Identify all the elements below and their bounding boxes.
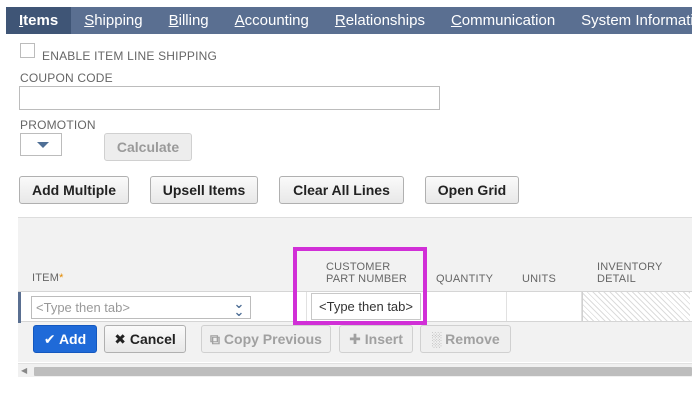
check-icon: ✔ — [43, 331, 56, 347]
tab-relationships-accesskey: R — [334, 12, 346, 29]
add-line-button[interactable]: ✔ Add — [33, 325, 97, 353]
tab-accounting-accesskey: A — [234, 12, 245, 29]
column-header-quantity[interactable]: QUANTITY — [436, 273, 493, 285]
copy-previous-button[interactable]: ⧉ Copy Previous — [201, 325, 331, 353]
quantity-cell[interactable] — [422, 292, 507, 321]
column-header-customer-part-number-line1: CUSTOMER — [326, 261, 391, 273]
open-grid-button[interactable]: Open Grid — [425, 176, 519, 204]
column-header-customer-part-number[interactable]: CUSTOMER PART NUMBER — [326, 261, 407, 285]
cancel-line-button[interactable]: ✖ Cancel — [104, 325, 186, 353]
inventory-detail-cell — [582, 292, 690, 321]
horizontal-scrollbar[interactable]: ◀ — [18, 363, 692, 377]
tab-system-information-label: System Information — [581, 12, 692, 29]
table-row: <Type then tab> ⌄ ⌄ <Type then tab> — [18, 291, 692, 323]
tab-shipping-label: hipping — [94, 12, 143, 29]
add-line-label: Add — [58, 331, 87, 347]
trash-icon: ░ — [431, 331, 442, 347]
promotion-select[interactable] — [20, 133, 62, 156]
scroll-left-arrow-icon[interactable]: ◀ — [21, 366, 27, 375]
cancel-line-label: Cancel — [129, 331, 176, 347]
tab-communication-accesskey: C — [450, 12, 462, 29]
tab-relationships[interactable]: Relationships — [322, 7, 438, 34]
units-cell[interactable] — [507, 292, 582, 321]
tab-accounting-label: ccounting — [244, 12, 309, 29]
column-header-item-label: ITEM — [32, 272, 60, 284]
upsell-items-button[interactable]: Upsell Items — [150, 176, 258, 204]
copy-icon: ⧉ — [210, 331, 221, 347]
enable-item-line-shipping-checkbox[interactable] — [20, 43, 35, 58]
column-header-customer-part-number-line2: PART NUMBER — [326, 273, 408, 285]
enable-item-line-shipping-label: ENABLE ITEM LINE SHIPPING — [42, 49, 218, 63]
tab-communication-label: ommunication — [461, 12, 556, 29]
clear-all-lines-button[interactable]: Clear All Lines — [279, 176, 404, 204]
tab-billing-label: illing — [178, 12, 209, 29]
tab-system-information[interactable]: System Information — [568, 7, 692, 34]
calculate-button[interactable]: Calculate — [104, 133, 192, 161]
tab-relationships-label: elationships — [345, 12, 425, 29]
insert-line-button[interactable]: ✚ Insert — [339, 325, 413, 353]
customer-part-number-input[interactable]: <Type then tab> — [311, 293, 421, 320]
tab-billing[interactable]: Billing — [156, 7, 222, 34]
close-icon: ✖ — [114, 331, 126, 347]
item-cell: <Type then tab> ⌄ ⌄ — [21, 292, 307, 321]
chevron-down-icon — [37, 142, 49, 148]
plus-icon: ✚ — [349, 331, 361, 347]
tab-shipping-accesskey: S — [84, 12, 95, 29]
remove-line-button[interactable]: ░ Remove — [420, 325, 511, 353]
tab-billing-accesskey: B — [168, 12, 179, 29]
coupon-code-label: COUPON CODE — [20, 71, 113, 85]
tab-items-label: tems — [23, 12, 59, 29]
double-chevron-down-icon[interactable]: ⌄ ⌄ — [232, 297, 246, 318]
coupon-code-input[interactable] — [19, 86, 440, 110]
tab-accounting[interactable]: Accounting — [222, 7, 322, 34]
tab-bar: Items Shipping Billing Accounting Relati… — [6, 7, 692, 34]
promotion-label: PROMOTION — [20, 118, 96, 132]
tab-items[interactable]: Items — [6, 7, 72, 34]
item-input-placeholder: <Type then tab> — [36, 300, 130, 315]
column-header-inventory-detail[interactable]: INVENTORY DETAIL — [597, 261, 663, 285]
insert-line-label: Insert — [364, 331, 403, 347]
scrollbar-thumb[interactable] — [34, 367, 692, 376]
column-header-item[interactable]: ITEM* — [32, 272, 64, 284]
remove-line-label: Remove — [445, 331, 500, 347]
column-header-inventory-detail-line1: INVENTORY — [597, 261, 663, 273]
item-input[interactable]: <Type then tab> ⌄ ⌄ — [31, 296, 251, 319]
add-multiple-button[interactable]: Add Multiple — [19, 176, 129, 204]
required-mark: * — [59, 272, 64, 284]
copy-previous-label: Copy Previous — [223, 331, 322, 347]
column-header-units[interactable]: UNITS — [522, 273, 556, 285]
tab-communication[interactable]: Communication — [438, 7, 568, 34]
column-header-inventory-detail-line2: DETAIL — [597, 273, 636, 285]
tab-shipping[interactable]: Shipping — [71, 7, 155, 34]
